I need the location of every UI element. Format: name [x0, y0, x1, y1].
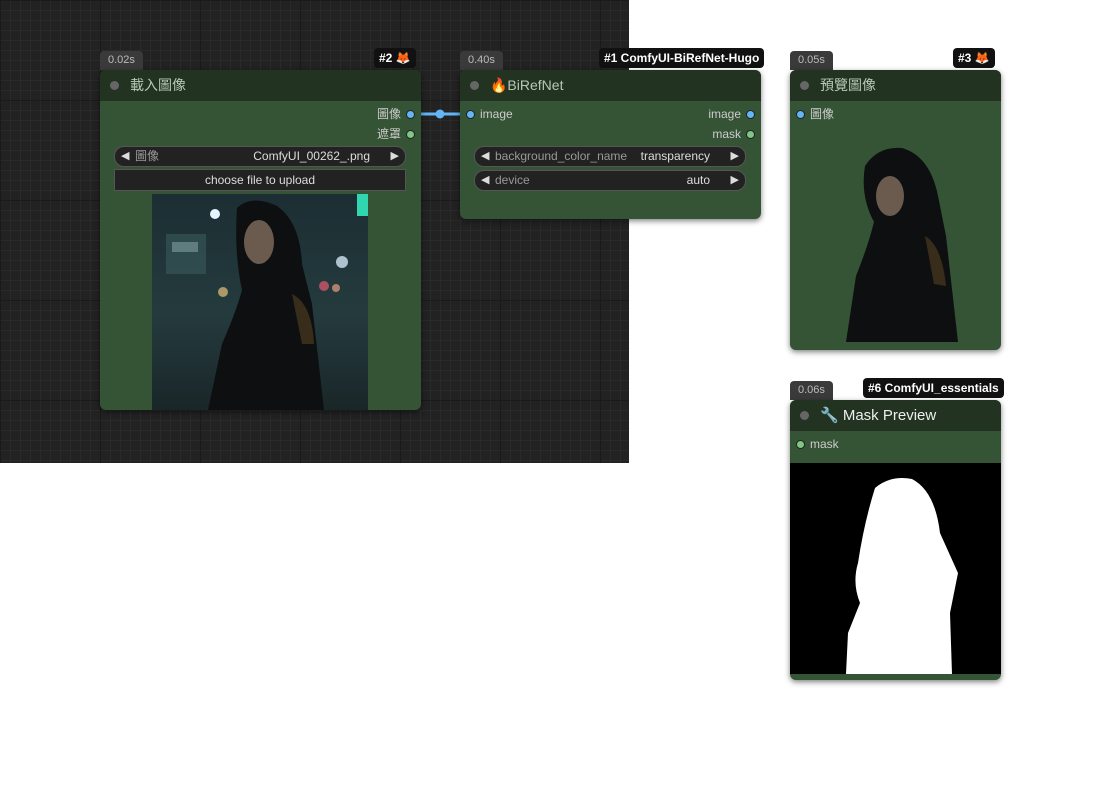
- arrow-left-icon[interactable]: ◀: [481, 171, 489, 190]
- arrow-right-icon[interactable]: ▶: [391, 147, 399, 166]
- output-slot-mask[interactable]: [746, 130, 755, 139]
- input-label-image: 圖像: [810, 107, 835, 121]
- output-label-image: 圖像: [376, 107, 401, 121]
- widget-value: ComfyUI_00262_.png: [253, 149, 370, 163]
- widget-label: background_color_name: [495, 149, 628, 163]
- output-label-image: image: [708, 107, 741, 121]
- background-color-widget[interactable]: ◀ background_color_name transparency ▶: [474, 146, 746, 167]
- arrow-right-icon[interactable]: ▶: [731, 147, 739, 166]
- node-title: 🔧 Mask Preview: [820, 407, 937, 424]
- node-title-bar[interactable]: 載入圖像: [100, 70, 421, 101]
- upload-button[interactable]: choose file to upload: [114, 169, 406, 191]
- input-slot-mask[interactable]: [796, 440, 805, 449]
- node-preview-image[interactable]: 預覽圖像 圖像: [790, 70, 1001, 350]
- node-id-badge: #3 🦊: [953, 48, 995, 68]
- mask-preview-output: [790, 463, 1001, 674]
- widget-value: transparency: [640, 149, 710, 163]
- input-slot-image[interactable]: [466, 110, 475, 119]
- output-label-mask: 遮罩: [376, 127, 401, 141]
- execution-time: 0.06s: [790, 381, 833, 400]
- node-id-badge: #1 ComfyUI-BiRefNet-Hugo: [599, 48, 765, 68]
- collapse-dot-icon[interactable]: [800, 81, 809, 90]
- image-combo-widget[interactable]: ◀ 圖像 ComfyUI_00262_.png ▶: [114, 146, 406, 167]
- preview-image-output: [846, 147, 958, 342]
- execution-time: 0.40s: [460, 51, 503, 70]
- collapse-dot-icon[interactable]: [110, 81, 119, 90]
- input-label-image: image: [480, 107, 513, 121]
- loaded-image-preview: [152, 194, 368, 410]
- execution-time: 0.02s: [100, 51, 143, 70]
- arrow-left-icon[interactable]: ◀: [481, 147, 489, 166]
- arrow-left-icon[interactable]: ◀: [121, 147, 129, 166]
- widget-value: auto: [686, 173, 710, 187]
- widget-label: 圖像: [135, 149, 160, 163]
- node-title: 🔥BiRefNet: [490, 77, 564, 93]
- node-title-bar[interactable]: 🔥BiRefNet: [460, 70, 761, 101]
- node-title: 載入圖像: [130, 77, 186, 93]
- execution-time: 0.05s: [790, 51, 833, 70]
- collapse-dot-icon[interactable]: [800, 411, 809, 420]
- widget-label: device: [495, 173, 530, 187]
- node-id-badge: #6 ComfyUI_essentials: [863, 378, 1004, 398]
- node-birefnet[interactable]: 🔥BiRefNet image image mask ◀ background_…: [460, 70, 761, 219]
- input-slot-image[interactable]: [796, 110, 805, 119]
- node-id-badge: #2 🦊: [374, 48, 416, 68]
- output-label-mask: mask: [712, 127, 741, 141]
- device-widget[interactable]: ◀ device auto ▶: [474, 170, 746, 191]
- node-mask-preview[interactable]: 🔧 Mask Preview mask: [790, 400, 1001, 680]
- input-label-mask: mask: [810, 437, 839, 451]
- output-slot-image[interactable]: [746, 110, 755, 119]
- node-title-bar[interactable]: 預覽圖像: [790, 70, 1001, 101]
- node-title-bar[interactable]: 🔧 Mask Preview: [790, 400, 1001, 431]
- arrow-right-icon[interactable]: ▶: [731, 171, 739, 190]
- node-load-image[interactable]: 載入圖像 圖像 遮罩 ◀ 圖像 ComfyUI_00262_.png ▶ cho…: [100, 70, 421, 410]
- node-title: 預覽圖像: [820, 77, 876, 93]
- output-slot-mask[interactable]: [406, 130, 415, 139]
- output-slot-image[interactable]: [406, 110, 415, 119]
- collapse-dot-icon[interactable]: [470, 81, 479, 90]
